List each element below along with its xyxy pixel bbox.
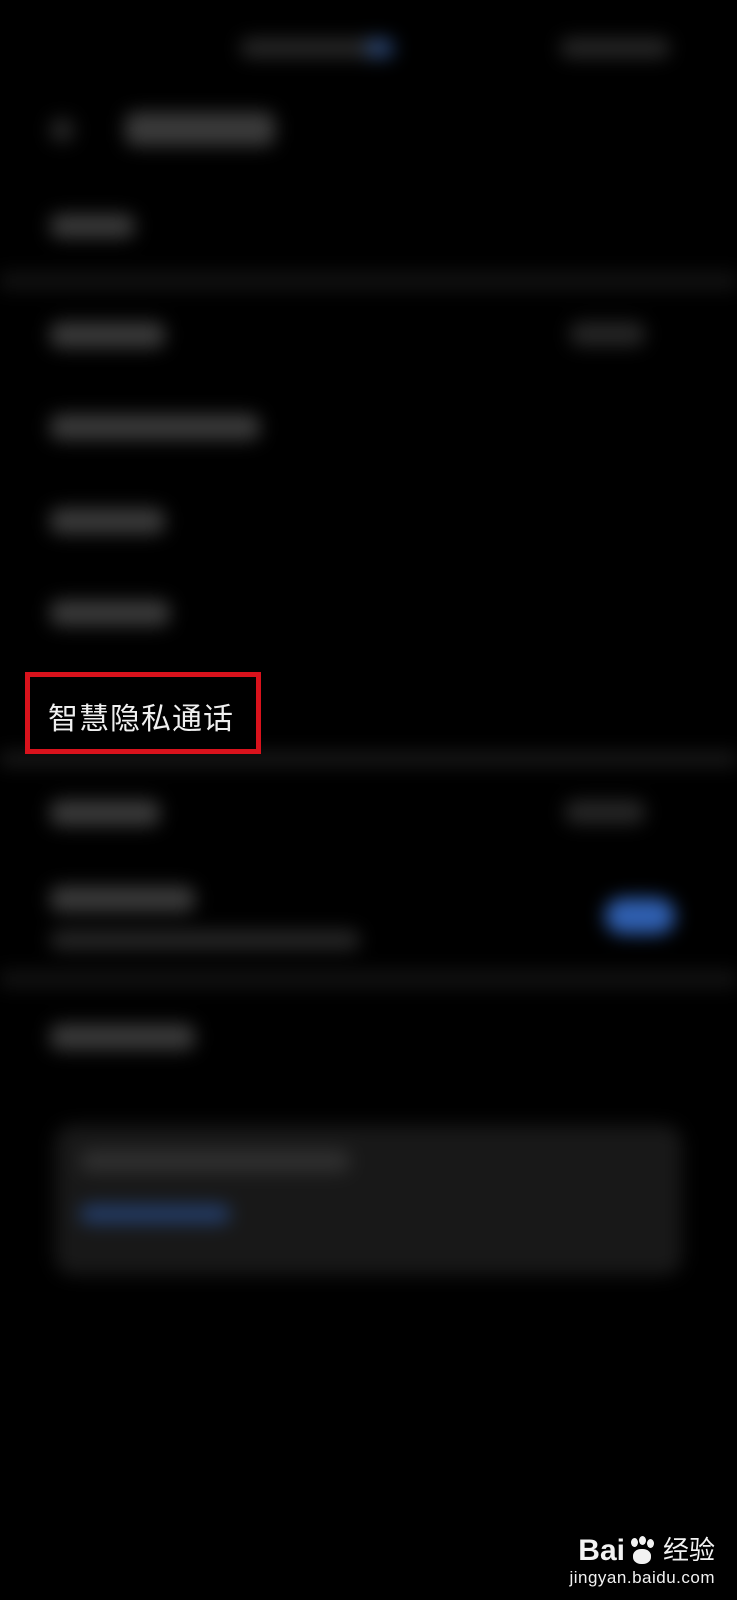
back-icon[interactable]	[50, 118, 74, 142]
watermark-url: jingyan.baidu.com	[569, 1568, 715, 1587]
smart-privacy-call-label[interactable]: 智慧隐私通话	[48, 700, 234, 740]
info-card-text-blur	[80, 1150, 350, 1172]
settings-row-5-blur[interactable]	[50, 600, 170, 626]
settings-row-7-blur[interactable]	[50, 800, 160, 826]
watermark-brand-left: Bai	[578, 1534, 625, 1567]
settings-row-4-blur[interactable]	[50, 508, 165, 534]
settings-row-7-value-blur	[565, 800, 645, 824]
section-divider-2	[0, 752, 737, 766]
baidu-jingyan-watermark: Bai 经验 jingyan.baidu.com	[569, 1534, 715, 1588]
baidu-paw-icon	[627, 1536, 657, 1566]
toggle-switch[interactable]	[605, 898, 675, 934]
settings-row-2-value-blur	[570, 322, 645, 346]
status-bar-right-blur	[560, 38, 670, 58]
info-card	[55, 1125, 682, 1275]
settings-row-8-desc-blur	[50, 930, 360, 950]
info-card-link-blur[interactable]	[80, 1205, 230, 1223]
settings-row-9-blur[interactable]	[50, 1024, 195, 1050]
status-bar-indicator-blur	[365, 38, 395, 58]
page-title-blur	[125, 112, 275, 146]
settings-row-2-blur[interactable]	[50, 322, 165, 348]
settings-row-8-title-blur	[50, 886, 195, 912]
section-divider-1	[0, 272, 737, 290]
section-divider-3	[0, 970, 737, 988]
watermark-brand-right: 经验	[662, 1536, 715, 1566]
settings-row-3-blur[interactable]	[50, 414, 260, 440]
blurred-settings-screen	[0, 0, 737, 1600]
settings-row-1-blur[interactable]	[50, 214, 135, 238]
